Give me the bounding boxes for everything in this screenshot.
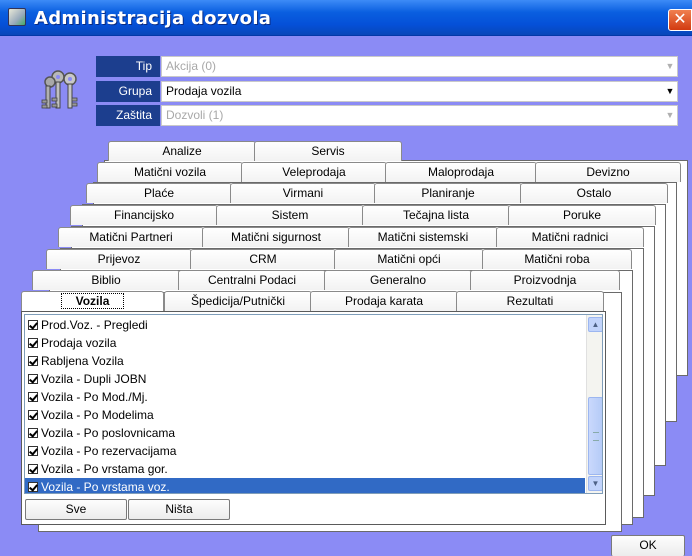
tab-rezultati[interactable]: Rezultati <box>456 291 604 311</box>
close-button[interactable]: ✕ <box>668 9 692 31</box>
checkbox[interactable] <box>28 482 38 492</box>
list-item[interactable]: Vozila - Po poslovnicama <box>25 424 585 442</box>
tab-financijsko[interactable]: Financijsko <box>70 205 218 225</box>
tab-centralni-podaci[interactable]: Centralni Podaci <box>178 270 326 290</box>
tab-maticni-vozila[interactable]: Matični vozila <box>97 162 243 182</box>
vertical-scrollbar[interactable]: ▲ ▼ <box>586 315 602 493</box>
chevron-down-icon[interactable]: ▼ <box>663 106 677 125</box>
tab-servis[interactable]: Servis <box>254 141 402 161</box>
tab-vozila-label: Vozila <box>60 293 125 309</box>
group-select[interactable]: Prodaja vozila ▼ <box>161 81 678 102</box>
protection-value: Dozvoli (1) <box>166 108 224 122</box>
tab-prodaja-karata[interactable]: Prodaja karata <box>310 291 458 311</box>
tab-biblio[interactable]: Biblio <box>32 270 180 290</box>
list-item-label: Vozila - Po rezervacijama <box>41 444 177 458</box>
checkbox[interactable] <box>28 392 38 402</box>
tab-virmani[interactable]: Virmani <box>230 183 376 203</box>
scroll-thumb[interactable] <box>588 397 602 475</box>
tab-maticni-sigurnost[interactable]: Matični sigurnost <box>202 227 350 247</box>
checkbox[interactable] <box>28 464 38 474</box>
checkbox[interactable] <box>28 338 38 348</box>
tab-analize[interactable]: Analize <box>108 141 256 161</box>
list-item[interactable]: Prodaja vozila <box>25 334 585 352</box>
checkbox[interactable] <box>28 446 38 456</box>
select-none-button[interactable]: Ništa <box>128 499 230 520</box>
chevron-down-icon[interactable]: ▼ <box>663 57 677 76</box>
list-item[interactable]: Rabljena Vozila <box>25 352 585 370</box>
list-item-label: Vozila - Po Mod./Mj. <box>41 390 148 404</box>
type-value: Akcija (0) <box>166 59 217 73</box>
list-item[interactable]: Vozila - Po vrstama gor. <box>25 460 585 478</box>
tab-crm[interactable]: CRM <box>190 249 336 269</box>
title-bar: Administracija dozvola ✕ <box>0 0 692 36</box>
tab-veleprodaja[interactable]: Veleprodaja <box>241 162 387 182</box>
ok-button[interactable]: OK <box>611 535 685 556</box>
protection-select[interactable]: Dozvoli (1) ▼ <box>161 105 678 126</box>
tab-maticni-roba[interactable]: Matični roba <box>482 249 632 269</box>
chevron-down-icon[interactable]: ▼ <box>663 82 677 101</box>
tab-spedicija-putnicki[interactable]: Špedicija/Putnički <box>164 291 312 311</box>
list-item-label: Vozila - Po vrstama voz. <box>41 480 170 494</box>
list-item[interactable]: Vozila - Po Modelima <box>25 406 585 424</box>
tab-maticni-sistemski[interactable]: Matični sistemski <box>348 227 498 247</box>
list-item-label: Prodaja vozila <box>41 336 117 350</box>
tab-vozila[interactable]: Vozila <box>21 291 164 312</box>
list-item-label: Vozila - Po vrstama gor. <box>41 462 168 476</box>
tab-generalno[interactable]: Generalno <box>324 270 472 290</box>
checkbox[interactable] <box>28 428 38 438</box>
tab-content-panel: Prod.Voz. - Pregledi Prodaja vozila Rabl… <box>21 311 606 525</box>
checkbox[interactable] <box>28 356 38 366</box>
list-item[interactable]: Prod.Voz. - Pregledi <box>25 316 585 334</box>
list-item[interactable]: Vozila - Dupli JOBN <box>25 370 585 388</box>
tab-tecajna-lista[interactable]: Tečajna lista <box>362 205 510 225</box>
tab-prijevoz[interactable]: Prijevoz <box>46 249 192 269</box>
list-item-label: Rabljena Vozila <box>41 354 124 368</box>
group-label: Grupa <box>96 81 160 102</box>
checkbox[interactable] <box>28 410 38 420</box>
scroll-up-icon[interactable]: ▲ <box>588 317 602 332</box>
list-item-label: Prod.Voz. - Pregledi <box>41 318 148 332</box>
keys-icon <box>41 70 78 109</box>
tab-place[interactable]: Plaće <box>86 183 232 203</box>
protection-label: Zaštita <box>96 105 160 126</box>
list-item[interactable]: Vozila - Po Mod./Mj. <box>25 388 585 406</box>
permissions-list[interactable]: Prod.Voz. - Pregledi Prodaja vozila Rabl… <box>24 314 603 494</box>
group-value: Prodaja vozila <box>166 84 242 98</box>
tab-planiranje[interactable]: Planiranje <box>374 183 522 203</box>
tab-maticni-opci[interactable]: Matični opći <box>334 249 484 269</box>
tab-devizno[interactable]: Devizno <box>535 162 681 182</box>
list-item[interactable]: Vozila - Po rezervacijama <box>25 442 585 460</box>
list-item-label: Vozila - Po poslovnicama <box>41 426 176 440</box>
tab-ostalo[interactable]: Ostalo <box>520 183 668 203</box>
app-icon <box>8 8 26 26</box>
checkbox[interactable] <box>28 374 38 384</box>
tab-proizvodnja[interactable]: Proizvodnja <box>470 270 620 290</box>
tab-maticni-partneri[interactable]: Matični Partneri <box>58 227 204 247</box>
tab-poruke[interactable]: Poruke <box>508 205 656 225</box>
list-item-label: Vozila - Dupli JOBN <box>41 372 147 386</box>
list-item-label: Vozila - Po Modelima <box>41 408 154 422</box>
select-all-button[interactable]: Sve <box>25 499 127 520</box>
scroll-down-icon[interactable]: ▼ <box>588 476 602 491</box>
list-item-selected[interactable]: Vozila - Po vrstama voz. <box>25 478 585 494</box>
tab-maloprodaja[interactable]: Maloprodaja <box>385 162 537 182</box>
window-title: Administracija dozvola <box>34 8 272 29</box>
type-label: Tip <box>96 56 160 77</box>
tab-sistem[interactable]: Sistem <box>216 205 364 225</box>
tab-maticni-radnici[interactable]: Matični radnici <box>496 227 644 247</box>
checkbox[interactable] <box>28 320 38 330</box>
type-select[interactable]: Akcija (0) ▼ <box>161 56 678 77</box>
